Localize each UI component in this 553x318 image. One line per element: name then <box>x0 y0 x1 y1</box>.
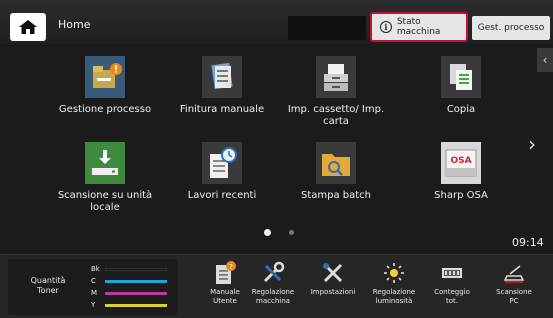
quick-action-label: Scansione PC <box>496 288 532 305</box>
quick-action-label: Regolazione macchina <box>251 288 295 305</box>
message-area <box>288 16 366 40</box>
app-label: Lavori recenti <box>187 190 257 201</box>
clock: 09:14 <box>512 236 544 249</box>
quick-action-label: Impostazioni <box>310 288 356 296</box>
quick-action-brightness[interactable]: Regolazione luminosità <box>364 258 424 306</box>
scan-to-local-icon <box>85 142 125 184</box>
toner-row-y: Y <box>91 301 167 309</box>
app-label: Imp. cassetto/ Imp. carta <box>287 104 385 127</box>
total-count-icon <box>439 258 465 288</box>
app-label: Copia <box>446 104 476 115</box>
toner-key: Bk <box>91 265 100 273</box>
toner-key: C <box>91 277 96 285</box>
home-button[interactable] <box>10 13 46 41</box>
toner-bar-m <box>105 291 167 295</box>
app-label: Finitura manuale <box>179 104 265 115</box>
copy-icon <box>441 56 481 98</box>
app-label: Sharp OSA <box>434 190 488 201</box>
svg-text:?: ? <box>229 263 233 271</box>
app-sharp-osa[interactable]: OSA Sharp OSA <box>411 142 511 202</box>
app-recent-jobs[interactable]: Lavori recenti <box>172 142 272 202</box>
user-manual-icon: ? <box>212 258 238 288</box>
app-label: Scansione su unità locale <box>57 190 153 213</box>
app-manual-finishing[interactable]: Finitura manuale <box>172 56 272 116</box>
app-job-management[interactable]: Gestione processo <box>55 56 155 116</box>
toner-row-c: C <box>91 277 167 285</box>
home-icon <box>19 20 37 34</box>
toner-key: M <box>91 289 98 297</box>
page-title: Home <box>58 18 91 31</box>
quick-action-label: Conteggio tot. <box>434 288 470 305</box>
job-management-icon <box>85 56 125 98</box>
page-dot-active[interactable] <box>264 229 271 236</box>
toner-row-m: M <box>91 289 167 297</box>
app-scan-to-local[interactable]: Scansione su unità locale <box>55 142 155 214</box>
toner-key: Y <box>91 301 96 309</box>
tray-settings-icon <box>316 56 356 98</box>
toner-bar-bk <box>105 267 167 271</box>
chevron-right-icon: › <box>528 132 536 156</box>
job-status-button[interactable]: Gest. processo <box>472 16 550 40</box>
quick-action-label: Regolazione luminosità <box>372 288 416 305</box>
scan-to-pc-icon <box>501 258 527 288</box>
app-label: Gestione processo <box>58 104 152 115</box>
manual-finishing-icon <box>202 56 242 98</box>
app-label: Stampa batch <box>300 190 372 201</box>
app-copy[interactable]: Copia <box>411 56 511 116</box>
brightness-icon <box>381 258 407 288</box>
toner-bar-y <box>105 303 167 307</box>
quick-action-total-count[interactable]: Conteggio tot. <box>422 258 482 306</box>
toner-bar-c <box>105 279 167 283</box>
page-indicator <box>264 229 294 236</box>
settings-tools-icon <box>320 258 346 288</box>
svg-text:OSA: OSA <box>450 156 471 166</box>
quick-action-settings[interactable]: Impostazioni <box>303 258 363 297</box>
sharp-osa-icon: OSA <box>441 142 481 184</box>
app-tray-settings[interactable]: Imp. cassetto/ Imp. carta <box>286 56 386 128</box>
next-page-arrow[interactable]: › <box>528 132 536 156</box>
recent-jobs-icon <box>202 142 242 184</box>
quick-action-scan-to-pc[interactable]: Scansione PC <box>484 258 544 306</box>
app-batch-print[interactable]: Stampa batch <box>286 142 386 202</box>
batch-print-icon <box>316 142 356 184</box>
chevron-left-icon: ‹ <box>542 53 548 67</box>
side-panel-tab[interactable]: ‹ <box>537 48 553 72</box>
toner-label: Quantità Toner <box>30 276 66 295</box>
toner-row-bk: Bk <box>91 265 167 273</box>
info-icon: i <box>380 21 392 33</box>
machine-status-label: Stato macchina <box>396 17 441 37</box>
quick-action-machine-adjust[interactable]: Regolazione macchina <box>243 258 303 306</box>
machine-adjust-icon <box>260 258 286 288</box>
quick-action-label: Manuale Utente <box>210 288 240 305</box>
machine-status-button[interactable]: i Stato macchina <box>370 12 468 42</box>
page-dot[interactable] <box>289 230 294 235</box>
